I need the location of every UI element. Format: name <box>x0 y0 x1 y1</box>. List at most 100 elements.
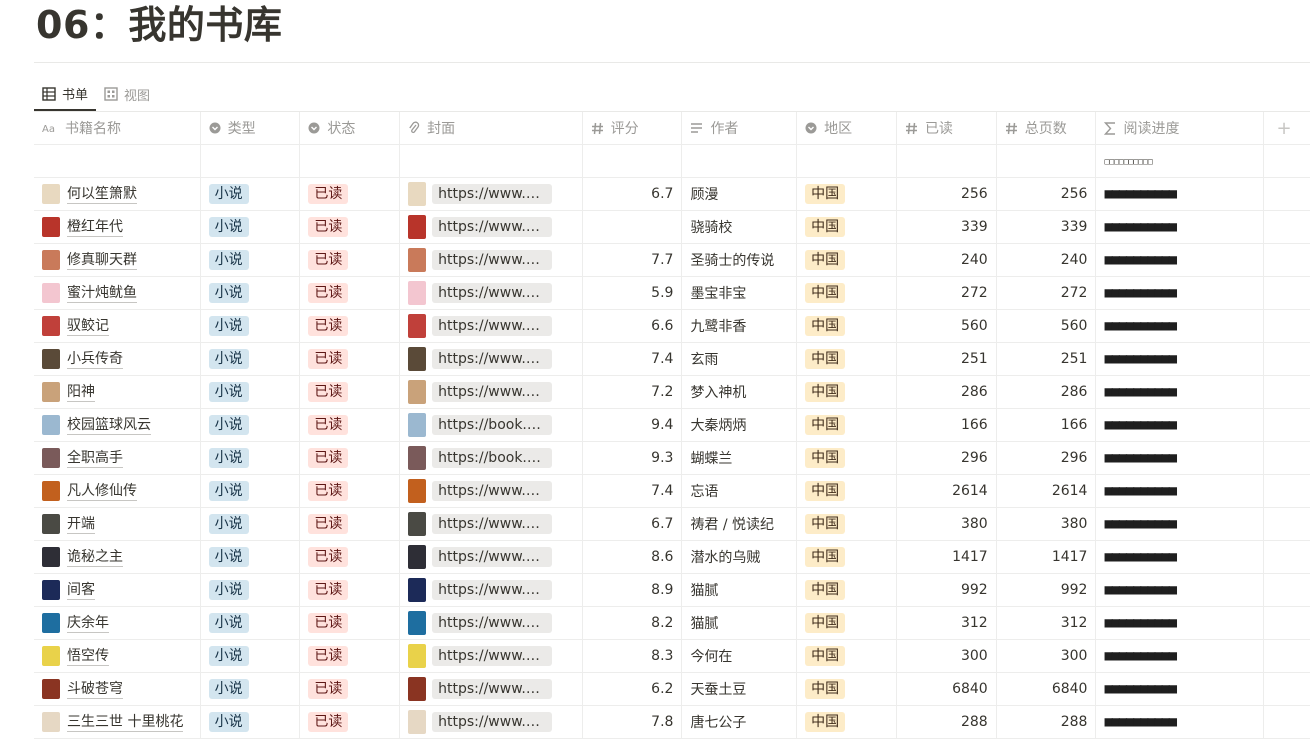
status-cell[interactable]: 已读 <box>300 640 401 672</box>
book-name[interactable]: 修真聊天群 <box>67 251 137 270</box>
book-name[interactable]: 阳神 <box>67 383 95 402</box>
cover-url[interactable]: https://www.no... <box>432 349 553 369</box>
table-row[interactable]: 修真聊天群 小说 已读 https://www.no... 7.7 圣骑士的传说 中国 240… <box>34 244 1310 277</box>
total-pages-cell[interactable]: 6840 <box>997 673 1097 705</box>
region-cell[interactable]: 中国 <box>797 409 897 441</box>
type-cell[interactable]: 小说 <box>201 178 301 210</box>
column-header-cover[interactable]: 封面 <box>400 112 583 144</box>
read-pages-cell[interactable]: 1417 <box>897 541 997 573</box>
cover-url[interactable]: https://www.no... <box>432 217 553 237</box>
rating-cell[interactable]: 7.7 <box>583 244 683 276</box>
type-cell[interactable]: 小说 <box>201 574 301 606</box>
column-header-total-pages[interactable]: 总页数 <box>997 112 1097 144</box>
cover-cell[interactable]: https://book.do... <box>400 409 583 441</box>
table-row[interactable]: 凡人修仙传 小说 已读 https://www.no... 7.4 忘语 中国 2614 261… <box>34 475 1310 508</box>
cover-url[interactable]: https://www.no... <box>432 184 553 204</box>
total-pages-cell[interactable]: 1417 <box>997 541 1097 573</box>
read-pages-cell[interactable]: 286 <box>897 376 997 408</box>
cover-url[interactable]: https://www.no... <box>432 580 553 600</box>
cover-cell[interactable]: https://www.no... <box>400 376 583 408</box>
table-row[interactable]: 何以笙箫默 小说 已读 https://www.no... 6.7 顾漫 中国 256 256 ■… <box>34 178 1310 211</box>
status-cell[interactable]: 已读 <box>300 376 401 408</box>
author-cell[interactable]: 今何在 <box>682 640 798 672</box>
status-cell[interactable]: 已读 <box>300 343 401 375</box>
book-name-cell[interactable]: 校园篮球风云 <box>34 409 201 441</box>
book-name[interactable]: 开端 <box>67 515 95 534</box>
region-cell[interactable]: 中国 <box>797 541 897 573</box>
rating-cell[interactable]: 6.7 <box>583 508 683 540</box>
region-cell[interactable]: 中国 <box>797 376 897 408</box>
add-column-button[interactable]: + <box>1264 112 1304 144</box>
table-row[interactable]: 间客 小说 已读 https://www.no... 8.9 猫腻 中国 992 992 ■■■■… <box>34 574 1310 607</box>
total-pages-cell[interactable]: 240 <box>997 244 1097 276</box>
cover-url[interactable]: https://book.do... <box>432 415 553 435</box>
type-cell[interactable]: 小说 <box>201 211 301 243</box>
rating-cell[interactable]: 6.7 <box>583 178 683 210</box>
book-name[interactable]: 蜜汁炖鱿鱼 <box>67 284 137 303</box>
column-header-progress[interactable]: 阅读进度 <box>1096 112 1265 144</box>
read-pages-cell[interactable]: 339 <box>897 211 997 243</box>
cover-cell[interactable]: https://www.no... <box>400 178 583 210</box>
book-name-cell[interactable]: 阳神 <box>34 376 201 408</box>
total-pages-cell[interactable]: 339 <box>997 211 1097 243</box>
cover-cell[interactable]: https://book.do... <box>400 442 583 474</box>
region-cell[interactable]: 中国 <box>797 310 897 342</box>
table-row[interactable]: 全职高手 小说 已读 https://book.do... 9.3 蝴蝶兰 中国 296 296… <box>34 442 1310 475</box>
total-pages-cell[interactable]: 286 <box>997 376 1097 408</box>
column-header-region[interactable]: 地区 <box>797 112 897 144</box>
type-cell[interactable]: 小说 <box>201 244 301 276</box>
book-name-cell[interactable]: 斗破苍穹 <box>34 673 201 705</box>
total-pages-cell[interactable]: 380 <box>997 508 1097 540</box>
type-cell[interactable]: 小说 <box>201 277 301 309</box>
region-cell[interactable]: 中国 <box>797 508 897 540</box>
cover-url[interactable]: https://www.no... <box>432 316 553 336</box>
total-pages-cell[interactable]: 2614 <box>997 475 1097 507</box>
cover-url[interactable]: https://www.no... <box>432 679 553 699</box>
status-cell[interactable]: 已读 <box>300 244 401 276</box>
cover-url[interactable]: https://www.no... <box>432 250 553 270</box>
total-pages-cell[interactable]: 256 <box>997 178 1097 210</box>
table-row[interactable]: 蜜汁炖鱿鱼 小说 已读 https://www.no... 5.9 墨宝非宝 中国 272 27… <box>34 277 1310 310</box>
author-cell[interactable]: 天蚕土豆 <box>682 673 798 705</box>
table-row[interactable]: 小兵传奇 小说 已读 https://www.no... 7.4 玄雨 中国 251 251 ■■… <box>34 343 1310 376</box>
column-header-rating[interactable]: 评分 <box>583 112 683 144</box>
table-row[interactable]: 开端 小说 已读 https://www.no... 6.7 祷君 / 悦读纪 中国 380 3… <box>34 508 1310 541</box>
cover-cell[interactable]: https://www.no... <box>400 211 583 243</box>
book-name-cell[interactable]: 诡秘之主 <box>34 541 201 573</box>
cover-cell[interactable]: https://www.no... <box>400 673 583 705</box>
book-name-cell[interactable]: 悟空传 <box>34 640 201 672</box>
read-pages-cell[interactable]: 256 <box>897 178 997 210</box>
type-cell[interactable]: 小说 <box>201 376 301 408</box>
region-cell[interactable]: 中国 <box>797 211 897 243</box>
book-name[interactable]: 诡秘之主 <box>67 548 123 567</box>
type-cell[interactable]: 小说 <box>201 475 301 507</box>
book-name[interactable]: 间客 <box>67 581 95 600</box>
author-cell[interactable]: 潜水的乌贼 <box>682 541 798 573</box>
read-pages-cell[interactable]: 240 <box>897 244 997 276</box>
region-cell[interactable]: 中国 <box>797 442 897 474</box>
read-pages-cell[interactable]: 380 <box>897 508 997 540</box>
table-row[interactable]: 驭鲛记 小说 已读 https://www.no... 6.6 九鹭非香 中国 560 560 ■… <box>34 310 1310 343</box>
book-name-cell[interactable]: 小兵传奇 <box>34 343 201 375</box>
cover-cell[interactable]: https://www.no... <box>400 574 583 606</box>
author-cell[interactable]: 蝴蝶兰 <box>682 442 798 474</box>
table-row[interactable]: 庆余年 小说 已读 https://www.no... 8.2 猫腻 中国 312 312 ■■■… <box>34 607 1310 640</box>
read-pages-cell[interactable]: 6840 <box>897 673 997 705</box>
author-cell[interactable]: 祷君 / 悦读纪 <box>682 508 798 540</box>
rating-cell[interactable]: 5.9 <box>583 277 683 309</box>
rating-cell[interactable] <box>583 211 683 243</box>
book-name-cell[interactable]: 橙红年代 <box>34 211 201 243</box>
column-header-name[interactable]: Aa 书籍名称 <box>34 112 201 144</box>
cover-url[interactable]: https://www.no... <box>432 646 553 666</box>
book-name[interactable]: 庆余年 <box>67 614 109 633</box>
book-name-cell[interactable]: 驭鲛记 <box>34 310 201 342</box>
author-cell[interactable]: 猫腻 <box>682 607 798 639</box>
total-pages-cell[interactable]: 992 <box>997 574 1097 606</box>
total-pages-cell[interactable]: 300 <box>997 640 1097 672</box>
author-cell[interactable]: 九鹭非香 <box>682 310 798 342</box>
type-cell[interactable]: 小说 <box>201 640 301 672</box>
region-cell[interactable]: 中国 <box>797 607 897 639</box>
book-name-cell[interactable]: 全职高手 <box>34 442 201 474</box>
rating-cell[interactable]: 7.4 <box>583 475 683 507</box>
book-name-cell[interactable]: 三生三世 十里桃花 <box>34 706 201 738</box>
